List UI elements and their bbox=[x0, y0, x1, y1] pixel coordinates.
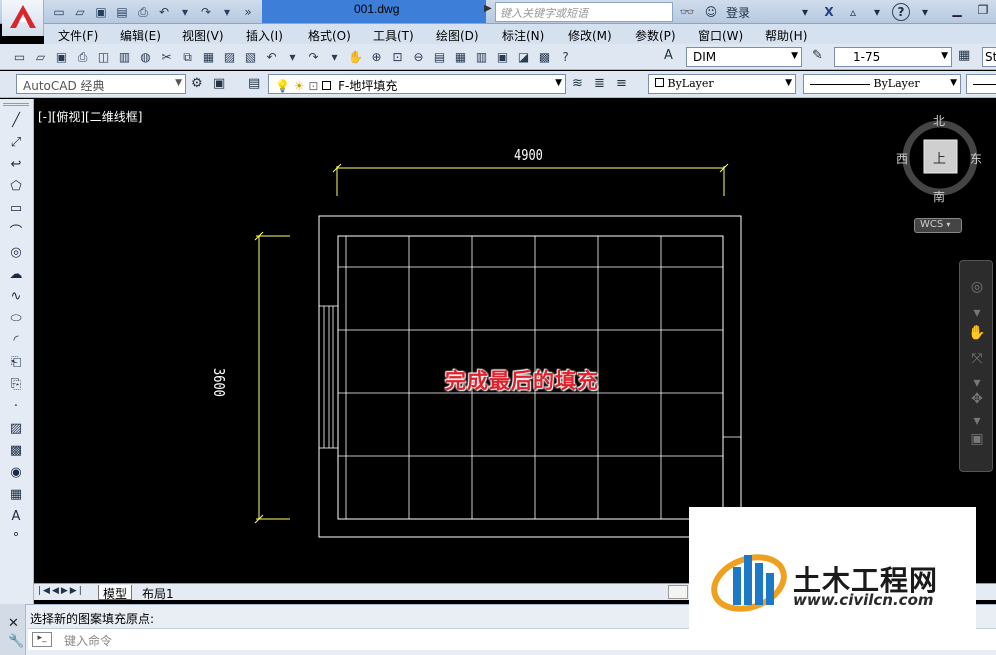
compass-west[interactable]: 西 bbox=[896, 150, 908, 167]
showmotion-icon[interactable]: ▣ bbox=[967, 429, 987, 449]
dimension-height-text: 3600 bbox=[210, 368, 228, 397]
compass-north[interactable]: 北 bbox=[933, 112, 945, 129]
horizontal-scrollbar[interactable] bbox=[668, 585, 688, 599]
steering-wheel-icon[interactable]: ◎ bbox=[967, 277, 987, 297]
orbit-icon[interactable]: ✥ bbox=[967, 389, 987, 409]
wrench-icon[interactable]: 🔧 bbox=[8, 634, 24, 649]
command-input[interactable]: ▸_ 键入命令 bbox=[28, 628, 996, 650]
viewcube-top-label[interactable]: 上 bbox=[933, 148, 946, 167]
close-icon[interactable]: ✕ bbox=[8, 616, 19, 631]
compass-south[interactable]: 南 bbox=[933, 188, 945, 205]
command-placeholder: 键入命令 bbox=[64, 634, 113, 648]
watermark-url: www.civilcn.com bbox=[793, 591, 934, 609]
zoom-extents-icon[interactable]: ⤧ bbox=[967, 349, 987, 369]
civilcn-logo-icon bbox=[711, 554, 787, 612]
dimension-width-text: 4900 bbox=[514, 146, 543, 164]
orbit-dropdown-icon[interactable]: ▾ bbox=[967, 411, 987, 431]
window-left bbox=[318, 305, 339, 449]
tab-navigation-icon[interactable]: |◀◀▶▶| bbox=[38, 586, 84, 596]
command-window-side: ✕ 🔧 bbox=[0, 604, 26, 655]
command-prompt-icon[interactable]: ▸_ bbox=[32, 632, 52, 647]
dimension-vertical bbox=[254, 231, 290, 524]
watermark-logo: 土木工程网 www.civilcn.com bbox=[689, 507, 976, 629]
dimension-horizontal bbox=[332, 163, 729, 196]
pan-icon[interactable]: ✋ bbox=[967, 323, 987, 343]
command-history-line: 选择新的图案填充原点: bbox=[30, 612, 155, 626]
tab-layout1[interactable]: 布局1 bbox=[138, 585, 178, 601]
tab-model[interactable]: 模型 bbox=[98, 585, 133, 601]
wcs-label: WCS bbox=[920, 219, 944, 230]
wcs-menu[interactable]: WCS ▾ bbox=[914, 218, 962, 233]
wheel-dropdown-icon[interactable]: ▾ bbox=[967, 303, 987, 323]
annotation-caption: 完成最后的填充 bbox=[445, 369, 599, 393]
navigation-bar: ◎ ▾ ✋ ⤧ ▾ ✥ ▾ ▣ bbox=[959, 260, 993, 472]
chevron-down-icon: ▾ bbox=[946, 220, 951, 229]
compass-east[interactable]: 东 bbox=[970, 150, 982, 167]
